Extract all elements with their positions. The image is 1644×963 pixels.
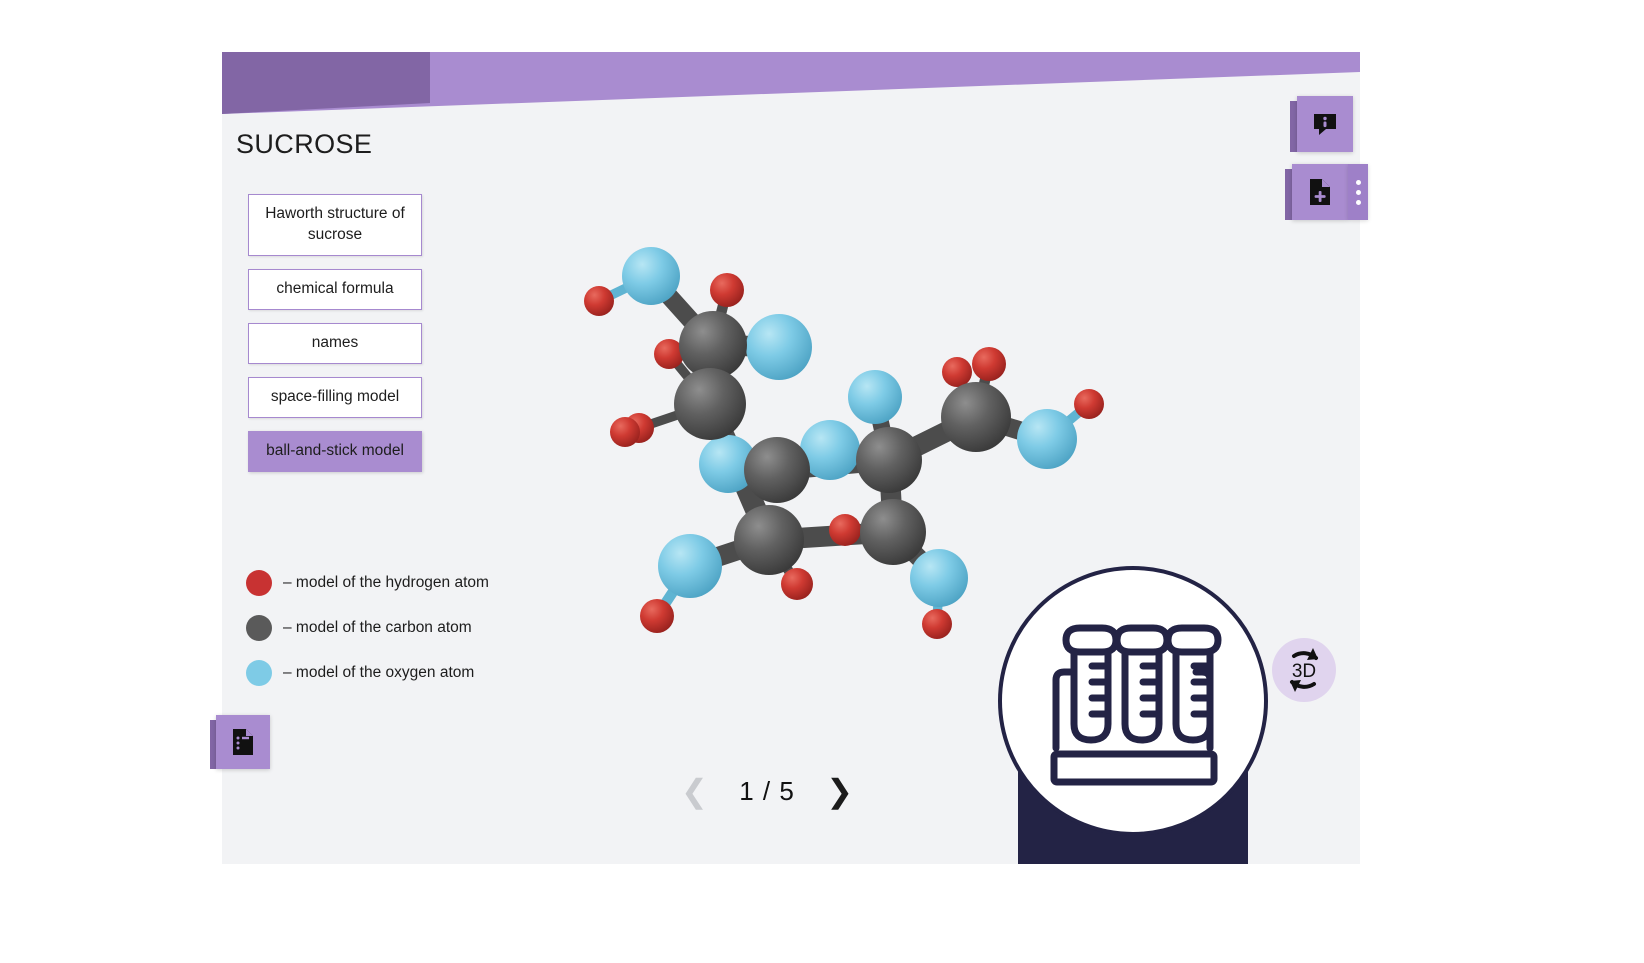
slide-canvas: SUCROSE Haworth structure of sucrose che… xyxy=(222,52,1360,864)
hydrogen-dot-icon xyxy=(246,569,272,596)
atom-o xyxy=(746,314,812,380)
atom-h xyxy=(584,286,614,316)
atom-c xyxy=(744,437,810,503)
atom-c xyxy=(674,368,746,440)
legend-row-oxygen: – model of the oxygen atom xyxy=(246,650,489,695)
legend-row-hydrogen: – model of the hydrogen atom xyxy=(246,560,489,605)
menu-item-ball-and-stick-model[interactable]: ball-and-stick model xyxy=(248,430,422,472)
page-title: SUCROSE xyxy=(236,129,373,159)
atom-h xyxy=(972,347,1006,381)
more-dot-2 xyxy=(1355,189,1361,195)
add-file-button[interactable] xyxy=(1292,164,1348,220)
section-nav-menu: Haworth structure of sucrose chemical fo… xyxy=(248,194,422,485)
document-notes-icon xyxy=(233,729,253,755)
atom-c xyxy=(941,382,1011,452)
atom-h xyxy=(942,357,972,387)
menu-item-haworth-structure[interactable]: Haworth structure of sucrose xyxy=(248,194,422,256)
info-button[interactable] xyxy=(1297,96,1353,152)
atom-color-legend: – model of the hydrogen atom – model of … xyxy=(246,560,489,695)
carbon-dot-icon xyxy=(246,614,272,641)
notes-button[interactable] xyxy=(216,715,270,769)
more-dot-3 xyxy=(1355,199,1361,205)
atom-c xyxy=(734,505,804,575)
rotate-3d-label: 3D xyxy=(1292,661,1316,682)
atom-h xyxy=(1074,389,1104,419)
atom-h xyxy=(610,417,640,447)
legend-label-carbon: – model of the carbon atom xyxy=(283,618,472,636)
atom-o xyxy=(1017,409,1077,469)
atom-o xyxy=(622,247,680,305)
menu-item-chemical-formula[interactable]: chemical formula xyxy=(248,268,422,310)
menu-item-names[interactable]: names xyxy=(248,322,422,364)
menu-item-space-filling-model[interactable]: space-filling model xyxy=(248,376,422,418)
info-button-edge xyxy=(1290,101,1297,152)
atom-h xyxy=(710,273,744,307)
rotate-3d-button[interactable]: 3D xyxy=(1272,638,1336,702)
legend-row-carbon: – model of the carbon atom xyxy=(246,605,489,650)
atom-o xyxy=(910,549,968,607)
atom-o xyxy=(658,534,722,598)
atom-h xyxy=(829,514,861,546)
oxygen-dot-icon xyxy=(246,659,272,686)
file-plus-icon xyxy=(1310,179,1330,205)
legend-label-hydrogen: – model of the hydrogen atom xyxy=(283,573,489,591)
more-options-button[interactable] xyxy=(1348,164,1368,220)
logo-circle xyxy=(998,566,1268,836)
page-counter: 1 / 5 xyxy=(739,775,795,806)
atom-h xyxy=(922,609,952,639)
rotate-3d-icon: 3D xyxy=(1290,648,1318,692)
atom-c xyxy=(860,499,926,565)
info-bubble-icon xyxy=(1314,114,1336,135)
header-band xyxy=(222,52,1360,114)
pagination: ❮ 1 / 5 ❯ xyxy=(677,768,857,814)
screenshot-root: SUCROSE Haworth structure of sucrose che… xyxy=(0,0,1644,963)
legend-label-oxygen: – model of the oxygen atom xyxy=(283,663,475,681)
add-file-button-edge xyxy=(1285,169,1292,220)
prev-page-chevron-left-icon[interactable]: ❮ xyxy=(677,775,712,807)
atom-c xyxy=(856,427,922,493)
next-page-chevron-right-icon[interactable]: ❯ xyxy=(822,775,857,807)
test-tubes-logo xyxy=(998,566,1268,864)
atom-h xyxy=(781,568,813,600)
test-tubes-icon xyxy=(1050,624,1222,786)
atom-o xyxy=(848,370,902,424)
more-dot-1 xyxy=(1355,179,1361,185)
atom-h xyxy=(640,599,674,633)
